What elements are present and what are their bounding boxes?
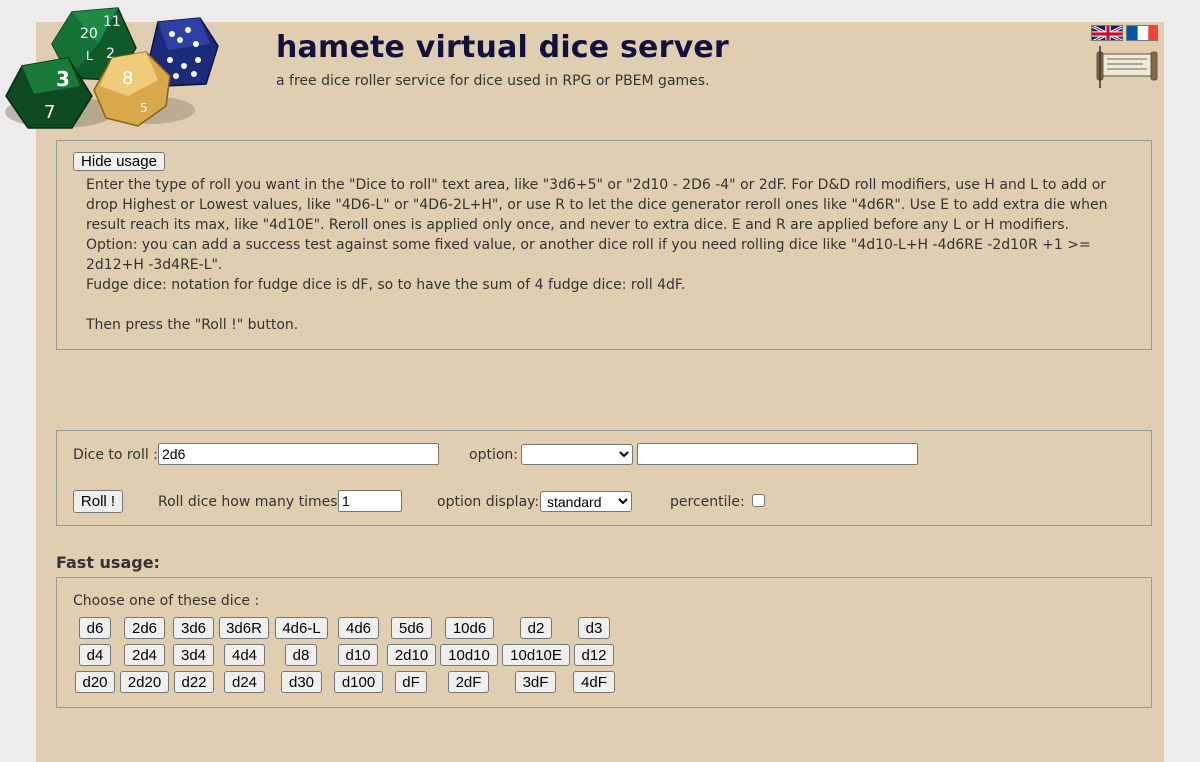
dice-button-5d6[interactable]: 5d6	[391, 617, 432, 639]
usage-text: Enter the type of roll you want in the "…	[86, 175, 1136, 335]
page-subtitle: a free dice roller service for dice used…	[276, 73, 710, 89]
percentile-label: percentile:	[670, 494, 745, 510]
usage-paragraph-roll: Then press the "Roll !" button.	[86, 317, 299, 333]
dice-to-roll-input[interactable]	[158, 443, 439, 465]
dice-button-d24[interactable]: d24	[224, 671, 265, 693]
roll-button[interactable]: Roll !	[73, 490, 123, 513]
dice-button-3d4[interactable]: 3d4	[173, 644, 214, 666]
svg-text:L: L	[86, 49, 93, 63]
dice-button-4d4[interactable]: 4d4	[224, 644, 265, 666]
roll-times-label: Roll dice how many times:	[158, 494, 343, 510]
svg-text:11: 11	[103, 14, 121, 30]
dice-button-2d6[interactable]: 2d6	[124, 617, 165, 639]
dice-button-d4[interactable]: d4	[79, 644, 111, 666]
dice-logo: 20 11 2 L 3 7 8 5	[5, 7, 219, 129]
page-title: hamete virtual dice server	[276, 30, 729, 65]
dice-button-4d6[interactable]: 4d6	[338, 617, 379, 639]
svg-text:8: 8	[122, 68, 133, 89]
usage-paragraph-option: Option: you can add a success test again…	[86, 237, 1091, 273]
dice-button-d8[interactable]: d8	[285, 644, 317, 666]
dice-button-d20[interactable]: d20	[75, 671, 115, 693]
option-select[interactable]	[521, 444, 633, 465]
dice-button-d22[interactable]: d22	[174, 671, 214, 693]
usage-panel: Hide usage Enter the type of roll you wa…	[56, 140, 1152, 350]
option-display-label: option display:	[437, 494, 540, 510]
dice-to-roll-label: Dice to roll :	[73, 447, 158, 463]
svg-text:7: 7	[44, 102, 55, 123]
dice-button-2d4[interactable]: 2d4	[124, 644, 165, 666]
dice-button-d3[interactable]: d3	[578, 617, 610, 639]
french-flag-icon[interactable]	[1126, 25, 1158, 41]
dice-button-10d10e[interactable]: 10d10E	[502, 644, 570, 666]
dice-button-2df[interactable]: 2dF	[448, 671, 489, 693]
dice-button-10d6[interactable]: 10d6	[445, 617, 494, 639]
usage-paragraph-syntax: Enter the type of roll you want in the "…	[86, 177, 1108, 233]
dice-button-3d6r[interactable]: 3d6R	[219, 617, 269, 639]
dice-button-2d10[interactable]: 2d10	[387, 644, 436, 666]
dice-button-4df[interactable]: 4dF	[573, 671, 615, 693]
roll-form: Dice to roll : option: Roll ! Roll dice …	[56, 430, 1152, 526]
dice-button-d100[interactable]: d100	[334, 671, 383, 693]
dice-button-10d10[interactable]: 10d10	[440, 644, 498, 666]
dice-button-2d20[interactable]: 2d20	[120, 671, 169, 693]
uk-flag-icon[interactable]	[1091, 25, 1123, 41]
option-value-input[interactable]	[637, 443, 918, 465]
hide-usage-button[interactable]: Hide usage	[73, 152, 165, 171]
svg-text:5: 5	[140, 101, 148, 115]
choose-dice-label: Choose one of these dice :	[73, 593, 260, 609]
dice-button-d2[interactable]: d2	[520, 617, 552, 639]
fast-usage-heading: Fast usage:	[56, 553, 160, 572]
percentile-checkbox[interactable]	[752, 494, 765, 507]
dice-button-3d6[interactable]: 3d6	[173, 617, 214, 639]
scroll-icon[interactable]	[1093, 44, 1159, 90]
option-display-select[interactable]: standard	[540, 491, 632, 512]
dice-button-d30[interactable]: d30	[281, 671, 322, 693]
svg-text:20: 20	[80, 26, 98, 42]
option-label: option:	[469, 447, 518, 463]
dice-button-d6[interactable]: d6	[79, 617, 111, 639]
fast-dice-panel: Choose one of these dice : d6 2d6 3d6 3d…	[56, 577, 1152, 708]
dice-button-4d6-l[interactable]: 4d6-L	[275, 617, 328, 639]
dice-button-d12[interactable]: d12	[574, 644, 614, 666]
dice-button-d10[interactable]: d10	[338, 644, 378, 666]
dice-button-df[interactable]: dF	[395, 671, 427, 693]
roll-times-input[interactable]	[338, 490, 402, 512]
usage-paragraph-fudge: Fudge dice: notation for fudge dice is d…	[86, 277, 686, 293]
dice-button-3df[interactable]: 3dF	[515, 671, 556, 693]
svg-text:3: 3	[56, 67, 70, 91]
